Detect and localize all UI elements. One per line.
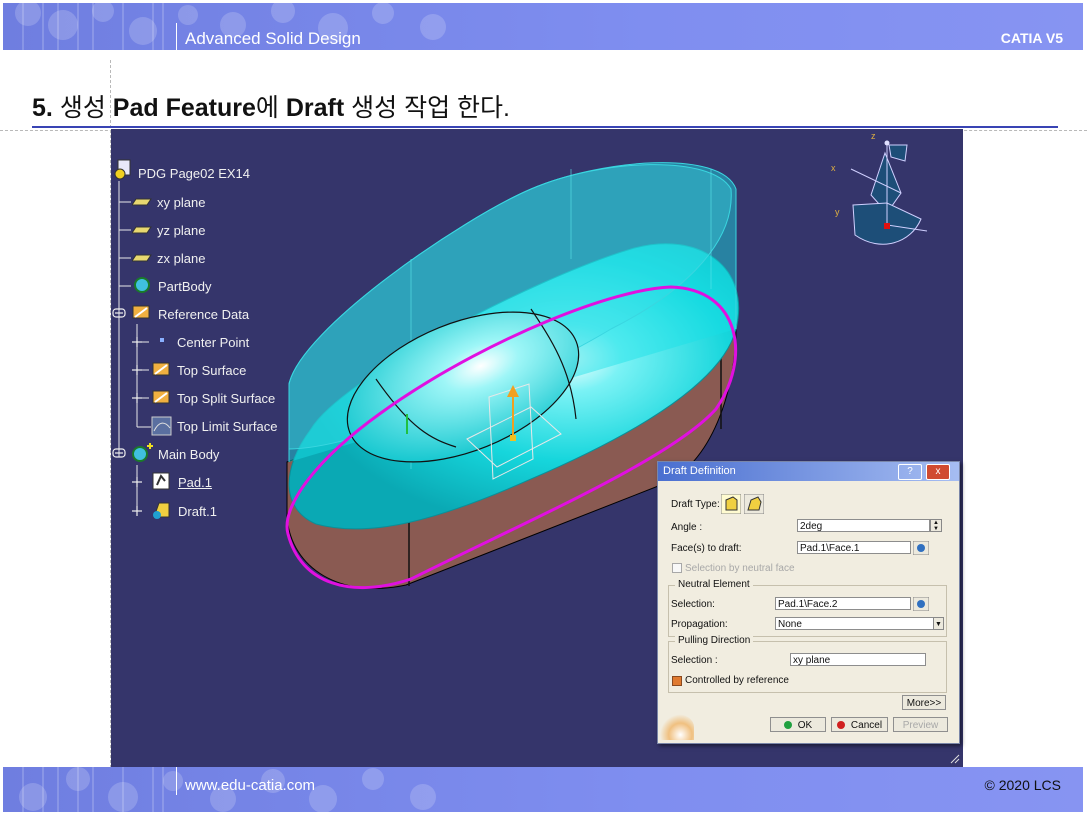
tree-connectors [112, 181, 151, 516]
center-point-marker [510, 435, 516, 441]
controlled-by-reference-checkbox[interactable] [672, 676, 682, 686]
tree-item-yz-plane[interactable]: yz plane [157, 223, 205, 238]
selection-neutral-label: Selection by neutral face [685, 563, 795, 574]
propagation-label: Propagation: [671, 619, 728, 630]
draft-type-constant-icon[interactable] [721, 494, 741, 514]
draft-definition-dialog[interactable]: Draft Definition ? x Draft Type: Angle :… [657, 461, 960, 744]
draft-type-variable-icon[interactable] [744, 494, 764, 514]
ok-button[interactable]: OK [770, 717, 826, 732]
header-bar: Advanced Solid Design CATIA V5 [3, 3, 1083, 50]
compass-icon[interactable] [831, 135, 941, 265]
header-title: Advanced Solid Design [185, 29, 361, 48]
tree-item-xy-plane[interactable]: xy plane [157, 195, 205, 210]
help-button[interactable]: ? [898, 464, 922, 480]
specification-tree[interactable]: PDG Page02 EX14 xy plane yz plane zx pla… [111, 129, 411, 529]
ok-icon [783, 721, 792, 729]
footer-url[interactable]: www.edu-catia.com [185, 777, 315, 794]
neutral-element-title: Neutral Element [675, 579, 753, 590]
part-document-icon [114, 159, 131, 180]
tree-item-main-body[interactable]: Main Body [158, 447, 219, 462]
geometrical-set-icon [132, 305, 150, 319]
close-button[interactable]: x [926, 464, 950, 480]
title-underline [32, 126, 1058, 128]
tree-item-center-point[interactable]: Center Point [177, 335, 249, 350]
body-icon [132, 443, 153, 462]
footer-bar: www.edu-catia.com © 2020 LCS [3, 767, 1083, 812]
dialog-title: Draft Definition [663, 465, 736, 477]
preview-button[interactable]: Preview [893, 717, 948, 732]
footer-divider [176, 767, 177, 795]
tree-item-partbody[interactable]: PartBody [158, 279, 211, 294]
resize-grip-icon [950, 754, 960, 764]
title-word-2: Pad Feature [112, 94, 256, 122]
angle-label: Angle : [671, 522, 703, 533]
pulling-direction-title: Pulling Direction [675, 635, 754, 646]
title-number: 5. [32, 94, 53, 122]
geometrical-set-icon [152, 362, 170, 376]
plane-icon [132, 198, 152, 206]
point-icon [160, 338, 164, 342]
draft-type-label: Draft Type: [671, 499, 720, 510]
propagation-dropdown-icon[interactable]: ▼ [933, 617, 944, 630]
tree-item-top-surface[interactable]: Top Surface [177, 363, 246, 378]
footer-copyright: © 2020 LCS [984, 777, 1061, 793]
neutral-selection-icon[interactable] [913, 597, 929, 611]
tree-item-pad[interactable]: Pad.1 [178, 475, 212, 490]
neutral-selection-label: Selection: [671, 599, 715, 610]
tree-item-top-limit-surface[interactable]: Top Limit Surface [177, 419, 277, 434]
propagation-select[interactable]: None [775, 617, 935, 630]
tree-item-root[interactable]: PDG Page02 EX14 [138, 166, 250, 181]
faces-selection-icon[interactable] [913, 541, 929, 555]
pulling-selection-input[interactable]: xy plane [790, 653, 926, 666]
cancel-button[interactable]: Cancel [831, 717, 888, 732]
surface-icon [151, 416, 172, 436]
title-word-5: 생성 작업 한다. [351, 94, 510, 122]
tree-item-top-split-surface[interactable]: Top Split Surface [177, 391, 275, 406]
angle-input[interactable]: 2deg [797, 519, 930, 532]
cancel-icon [836, 721, 845, 729]
compass-x-label: x [831, 163, 836, 173]
page-title: 5. 생성 Pad Feature에 Draft 생성 작업 한다. [32, 88, 510, 124]
geometrical-set-icon [152, 390, 170, 404]
pad-icon [152, 472, 170, 490]
title-word-4: Draft [285, 94, 345, 122]
cancel-label: Cancel [850, 720, 883, 731]
more-button[interactable]: More>> [902, 695, 946, 710]
tree-item-zx-plane[interactable]: zx plane [157, 251, 205, 266]
part-body-icon [134, 277, 150, 293]
title-word-1: 생성 [59, 94, 106, 122]
ok-label: OK [797, 720, 813, 731]
neutral-selection-input[interactable]: Pad.1\Face.2 [775, 597, 911, 610]
compass-z-label: z [871, 131, 876, 141]
plane-icon [132, 226, 152, 234]
faces-to-draft-label: Face(s) to draft: [671, 543, 742, 554]
header-divider [176, 23, 177, 50]
pulling-selection-label: Selection : [671, 655, 718, 666]
plane-icon [132, 254, 152, 262]
header-product: CATIA V5 [1000, 30, 1063, 46]
tree-item-reference-data[interactable]: Reference Data [158, 307, 249, 322]
faces-to-draft-input[interactable]: Pad.1\Face.1 [797, 541, 911, 554]
angle-spinner[interactable]: ▲ ▼ [930, 519, 942, 532]
dialog-titlebar[interactable]: Draft Definition ? x [658, 462, 959, 481]
dialog-logo-icon [660, 714, 694, 740]
selection-neutral-checkbox[interactable] [672, 563, 682, 573]
compass-y-label: y [835, 207, 840, 217]
controlled-by-reference-label: Controlled by reference [685, 675, 789, 686]
draft-icon [153, 502, 170, 519]
tree-item-draft[interactable]: Draft.1 [178, 504, 217, 519]
title-word-3: 에 [255, 94, 279, 122]
